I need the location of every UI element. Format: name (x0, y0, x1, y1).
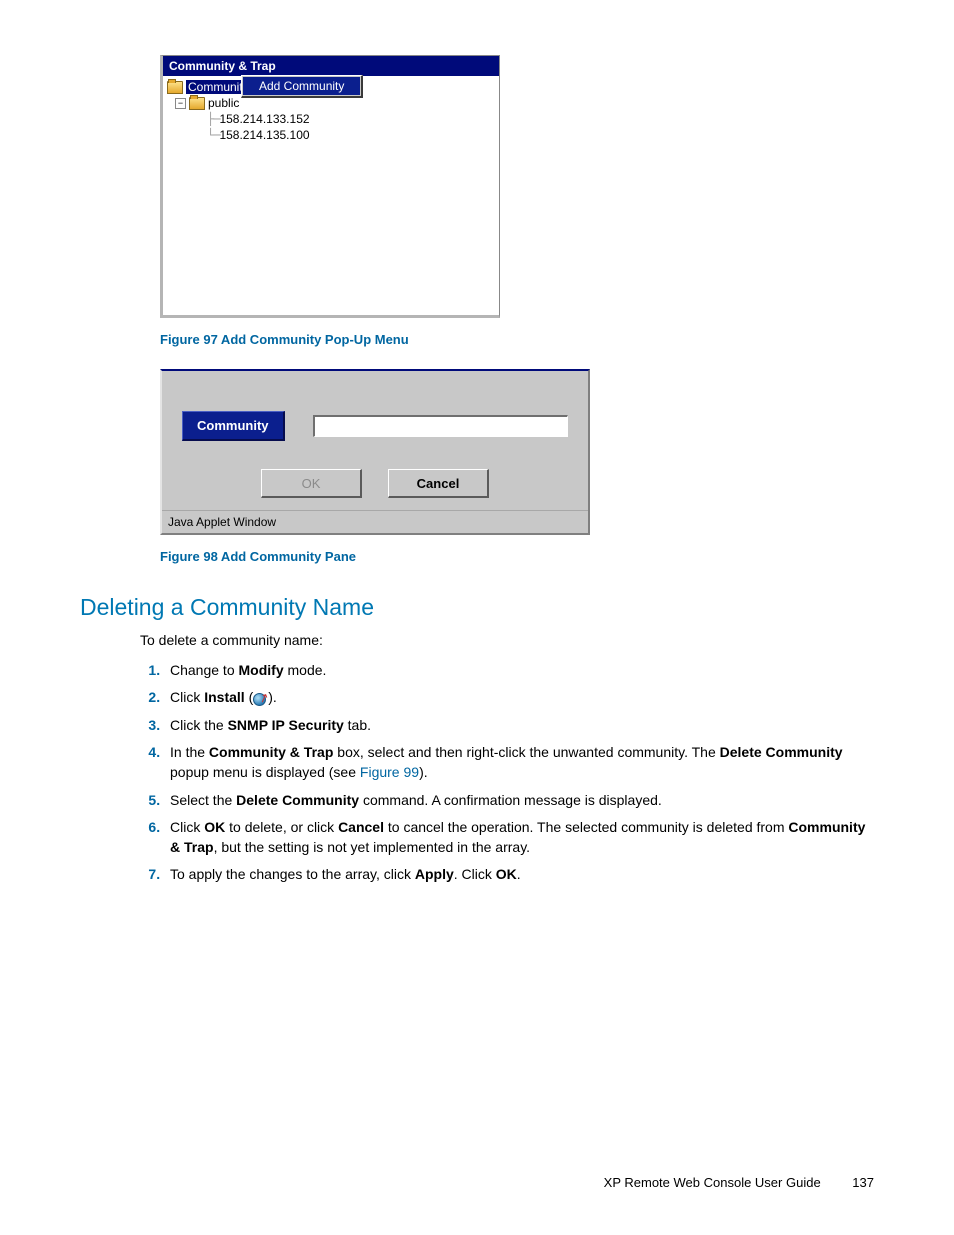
ok-button[interactable]: OK (261, 469, 362, 498)
folder-icon (189, 97, 205, 110)
step-6: Click OK to delete, or click Cancel to c… (164, 818, 874, 857)
tree-leaf[interactable]: └─ 158.214.135.100 (167, 127, 495, 143)
figure-99-link[interactable]: Figure 99 (360, 764, 419, 780)
tree-leaf-label[interactable]: 158.214.133.152 (219, 112, 309, 126)
community-input[interactable] (313, 415, 569, 437)
step-5: Select the Delete Community command. A c… (164, 791, 874, 811)
step-2: Click Install (↗). (164, 688, 874, 708)
intro-text: To delete a community name: (140, 631, 874, 651)
install-icon: ↗ (253, 692, 268, 705)
menu-item-add-community[interactable]: Add Community (243, 77, 360, 95)
tree-leaf[interactable]: ├─ 158.214.133.152 (167, 111, 495, 127)
tree-node-label[interactable]: public (208, 96, 239, 110)
figure-98-caption: Figure 98 Add Community Pane (160, 549, 874, 564)
tree-leaf-label[interactable]: 158.214.135.100 (219, 128, 309, 142)
page-number: 137 (852, 1175, 874, 1190)
folder-icon (167, 81, 183, 94)
figure-98-dialog: Community OK Cancel Java Applet Window (160, 369, 590, 535)
panel-titlebar: Community & Trap (163, 56, 499, 76)
step-1: Change to Modify mode. (164, 661, 874, 681)
status-bar: Java Applet Window (162, 510, 588, 533)
step-4: In the Community & Trap box, select and … (164, 743, 874, 782)
collapse-icon[interactable]: − (175, 98, 186, 109)
cancel-button[interactable]: Cancel (388, 469, 489, 498)
figure-97-panel: Community & Trap Community − public ├─ 1… (160, 55, 500, 318)
section-heading: Deleting a Community Name (80, 594, 874, 621)
step-3: Click the SNMP IP Security tab. (164, 716, 874, 736)
community-label: Community (182, 411, 285, 441)
step-7: To apply the changes to the array, click… (164, 865, 874, 885)
page-footer: XP Remote Web Console User Guide 137 (604, 1175, 874, 1190)
procedure-list: Change to Modify mode. Click Install (↗)… (140, 661, 874, 885)
context-menu[interactable]: Add Community (241, 75, 363, 98)
figure-97-caption: Figure 97 Add Community Pop-Up Menu (160, 332, 874, 347)
footer-title: XP Remote Web Console User Guide (604, 1175, 821, 1190)
